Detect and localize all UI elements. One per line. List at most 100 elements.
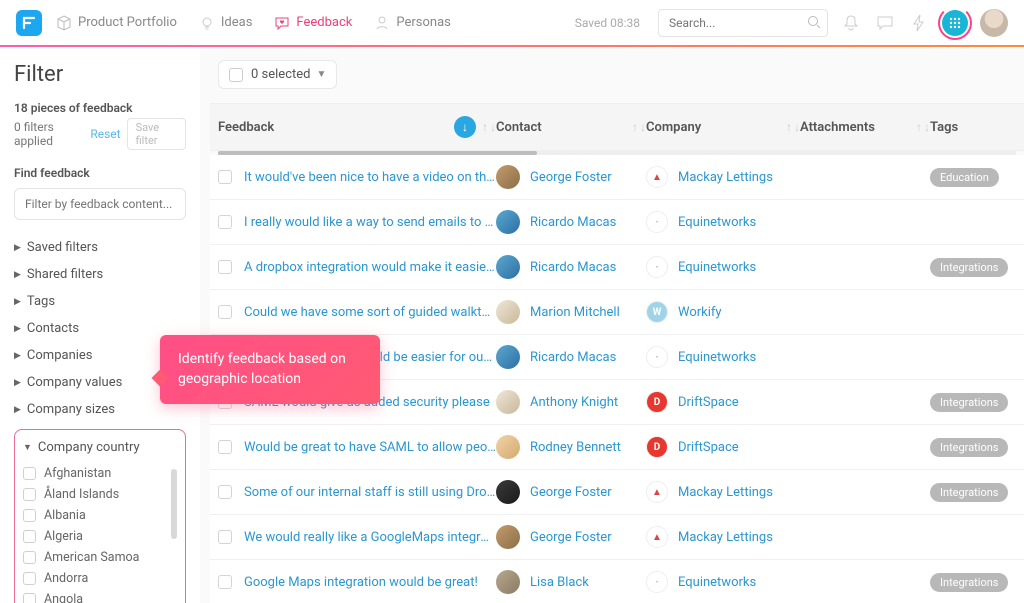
col-feedback[interactable]: Feedback ↓ ↑↓	[218, 116, 496, 138]
row-checkbox[interactable]	[218, 440, 232, 454]
selection-bar[interactable]: 0 selected ▼	[218, 60, 337, 89]
table-row: Some of our internal staff is still usin…	[210, 470, 1024, 515]
company-link[interactable]: Equinetworks	[678, 350, 756, 365]
contact-avatar	[496, 525, 520, 549]
checkbox[interactable]	[23, 467, 36, 480]
scrollbar[interactable]	[171, 469, 177, 539]
nav-ideas[interactable]: Ideas	[199, 15, 253, 31]
contact-link[interactable]: Ricardo Macas	[530, 215, 616, 230]
contact-link[interactable]: George Foster	[530, 485, 612, 500]
checkbox[interactable]	[23, 593, 36, 603]
country-list: Afghanistan Åland Islands AlbaniaAlgeria Am…	[23, 463, 179, 603]
feedback-link[interactable]: A dropbox integration would make it easi…	[244, 260, 496, 275]
company-link[interactable]: Workify	[678, 305, 722, 320]
country-option[interactable]: Algeria	[23, 526, 179, 547]
row-checkbox[interactable]	[218, 170, 232, 184]
country-option[interactable]: Åland Islands	[23, 484, 179, 505]
contact-avatar	[496, 165, 520, 189]
contact-link[interactable]: Rodney Bennett	[530, 440, 621, 455]
company-link[interactable]: Equinetworks	[678, 575, 756, 590]
find-feedback-input[interactable]	[14, 188, 186, 220]
contact-link[interactable]: Ricardo Macas	[530, 350, 616, 365]
comment-icon[interactable]	[874, 12, 896, 34]
sort-arrows[interactable]: ↑↓	[786, 120, 800, 134]
tags-cell: Education	[930, 168, 1000, 187]
row-checkbox[interactable]	[218, 575, 232, 589]
row-checkbox[interactable]	[218, 215, 232, 229]
country-option[interactable]: Andorra	[23, 568, 179, 589]
row-checkbox[interactable]	[218, 260, 232, 274]
row-checkbox[interactable]	[218, 485, 232, 499]
contact-link[interactable]: Lisa Black	[530, 575, 589, 590]
company-logo: ·	[646, 571, 668, 593]
country-label: Åland Islands	[44, 487, 119, 502]
country-option[interactable]: Albania	[23, 505, 179, 526]
app-logo[interactable]	[16, 10, 42, 36]
user-avatar[interactable]	[980, 9, 1008, 37]
col-company[interactable]: Company↑↓	[646, 120, 800, 135]
select-all-checkbox[interactable]	[229, 68, 243, 82]
country-option[interactable]: Afghanistan	[23, 463, 179, 484]
save-filter-button[interactable]: Save filter	[127, 118, 186, 150]
facet-item[interactable]: ▶Saved filters	[14, 234, 186, 261]
chevron-right-icon: ▶	[14, 270, 21, 280]
feedback-link[interactable]: I really would like a way to send emails…	[244, 215, 496, 230]
col-attachments[interactable]: Attachments↑↓	[800, 120, 930, 135]
feedback-link[interactable]: Some of our internal staff is still usin…	[244, 485, 496, 500]
contact-link[interactable]: George Foster	[530, 530, 612, 545]
contact-link[interactable]: Marion Mitchell	[530, 305, 620, 320]
country-option[interactable]: American Samoa	[23, 547, 179, 568]
contact-link[interactable]: George Foster	[530, 170, 612, 185]
company-link[interactable]: DriftSpace	[678, 395, 739, 410]
bolt-icon[interactable]	[908, 12, 930, 34]
search-input[interactable]	[658, 9, 828, 37]
company-country-panel: ▼Company country Afghanistan Åland Island…	[14, 429, 186, 603]
chevron-right-icon: ▶	[14, 297, 21, 307]
sort-arrows[interactable]: ↑↓	[632, 120, 646, 134]
company-link[interactable]: Equinetworks	[678, 215, 756, 230]
row-checkbox[interactable]	[218, 305, 232, 319]
apps-menu[interactable]	[942, 10, 968, 36]
contact-link[interactable]: Anthony Knight	[530, 395, 618, 410]
contact-avatar	[496, 570, 520, 594]
facet-company-country[interactable]: ▼Company country	[23, 438, 179, 463]
feedback-link[interactable]: It would've been nice to have a video on…	[244, 170, 496, 185]
country-option[interactable]: Angola	[23, 589, 179, 603]
facet-label: Tags	[27, 294, 55, 309]
bell-icon[interactable]	[840, 12, 862, 34]
sort-arrows[interactable]: ↑↓	[916, 120, 930, 134]
facet-item[interactable]: ▶ Tags	[14, 288, 186, 315]
chevron-right-icon: ▶	[14, 405, 21, 415]
horizontal-scrollbar[interactable]	[218, 151, 1016, 155]
company-link[interactable]: DriftSpace	[678, 440, 739, 455]
sort-arrows[interactable]: ↑↓	[482, 120, 496, 134]
main-content: 0 selected ▼ Feedback ↓ ↑↓ Contact↑↓ Com…	[200, 46, 1024, 603]
company-link[interactable]: Mackay Lettings	[678, 530, 773, 545]
contact-avatar	[496, 390, 520, 414]
reset-link[interactable]: Reset	[90, 127, 120, 141]
feedback-link[interactable]: Google Maps integration would be great!	[244, 575, 496, 590]
col-tags[interactable]: Tags	[930, 120, 990, 135]
contact-link[interactable]: Ricardo Macas	[530, 260, 616, 275]
checkbox[interactable]	[23, 488, 36, 501]
feedback-link[interactable]: Could we have some sort of guided walkth…	[244, 305, 496, 320]
company-link[interactable]: Mackay Lettings	[678, 485, 773, 500]
sort-active-button[interactable]: ↓	[454, 116, 476, 138]
company-link[interactable]: Equinetworks	[678, 260, 756, 275]
country-label: American Samoa	[44, 550, 139, 565]
feedback-link[interactable]: We would really like a GoogleMaps integr…	[244, 530, 496, 545]
feedback-link[interactable]: Would be great to have SAML to allow peo…	[244, 440, 496, 455]
col-contact[interactable]: Contact↑↓	[496, 120, 646, 135]
facet-item[interactable]: ▶Shared filters	[14, 261, 186, 288]
nav-personas[interactable]: Personas	[374, 15, 451, 31]
company-link[interactable]: Mackay Lettings	[678, 170, 773, 185]
checkbox[interactable]	[23, 509, 36, 522]
checkbox[interactable]	[23, 530, 36, 543]
nav-product-portfolio[interactable]: Product Portfolio	[56, 15, 177, 31]
company-logo: ▲	[646, 166, 668, 188]
contact-avatar	[496, 300, 520, 324]
nav-feedback[interactable]: Feedback	[274, 15, 352, 31]
row-checkbox[interactable]	[218, 530, 232, 544]
checkbox[interactable]	[23, 572, 36, 585]
checkbox[interactable]	[23, 551, 36, 564]
